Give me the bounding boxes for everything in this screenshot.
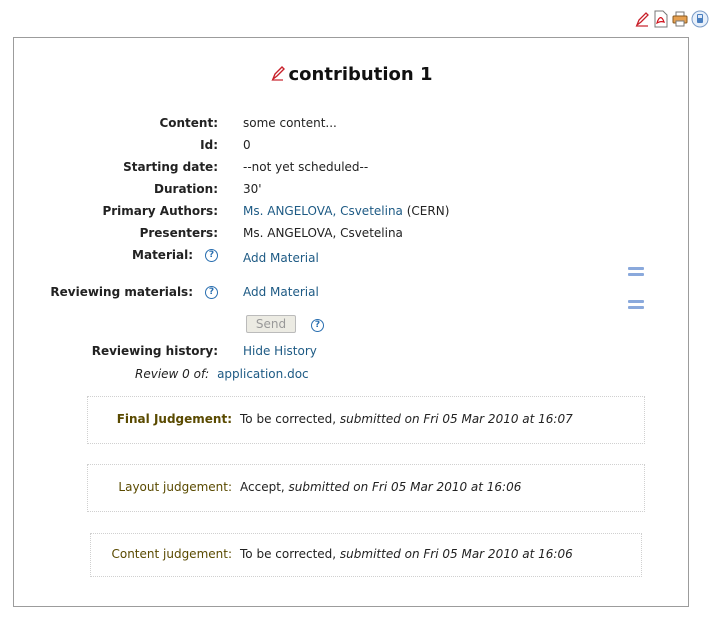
content-judgement-label: Content judgement: xyxy=(111,547,232,561)
content-judgement-decision: To be corrected, xyxy=(240,547,337,561)
final-judgement-decision: To be corrected, xyxy=(240,412,337,426)
review-line: Review 0 of: application.doc xyxy=(135,367,309,381)
reviewing-materials-help-icon[interactable]: ? xyxy=(205,286,218,299)
starting-date-row: Starting date: --not yet scheduled-- xyxy=(14,158,688,176)
contribution-panel: contribution 1 Content: some content... … xyxy=(13,37,689,607)
print-icon[interactable] xyxy=(672,10,688,28)
content-row: Content: some content... xyxy=(14,114,688,132)
duration-row: Duration: 30' xyxy=(14,180,688,198)
author-link[interactable]: Ms. ANGELOVA, Csvetelina xyxy=(243,204,403,218)
primary-authors-value: Ms. ANGELOVA, Csvetelina (CERN) xyxy=(243,202,449,220)
edit-pen-icon[interactable] xyxy=(270,65,286,81)
duration-label: Duration: xyxy=(154,182,218,196)
material-help-icon[interactable]: ? xyxy=(205,249,218,262)
primary-authors-label: Primary Authors: xyxy=(102,204,218,218)
content-judgement-submitted: submitted on Fri 05 Mar 2010 at 16:06 xyxy=(339,547,573,561)
pdf-icon[interactable] xyxy=(653,10,669,28)
material-add-link[interactable]: Add Material xyxy=(243,249,319,267)
final-judgement-box: Final Judgement: To be corrected, submit… xyxy=(87,396,645,444)
reviewing-materials-row: Reviewing materials: ? Add Material xyxy=(14,283,688,301)
layout-judgement-decision: Accept, xyxy=(240,480,285,494)
review-file-link[interactable]: application.doc xyxy=(217,367,309,381)
content-judgement-box: Content judgement: To be corrected, subm… xyxy=(90,533,642,577)
send-help-icon[interactable]: ? xyxy=(311,319,324,332)
material-label: Material: xyxy=(132,248,193,262)
final-judgement-label: Final Judgement: xyxy=(116,412,232,426)
layout-judgement-value: Accept, submitted on Fri 05 Mar 2010 at … xyxy=(240,480,521,494)
content-judgement-value: To be corrected, submitted on Fri 05 Mar… xyxy=(240,547,573,561)
final-judgement-value: To be corrected, submitted on Fri 05 Mar… xyxy=(240,412,573,426)
layout-judgement-submitted: submitted on Fri 05 Mar 2010 at 16:06 xyxy=(288,480,522,494)
content-value: some content... xyxy=(243,116,337,130)
layout-judgement-label: Layout judgement: xyxy=(118,480,232,494)
review-prefix: Review 0 of: xyxy=(135,367,210,381)
presenters-value: Ms. ANGELOVA, Csvetelina xyxy=(243,226,403,240)
content-label: Content: xyxy=(159,116,218,130)
reviewing-materials-label: Reviewing materials: xyxy=(50,285,193,299)
final-judgement-submitted: submitted on Fri 05 Mar 2010 at 16:07 xyxy=(339,412,573,426)
send-button[interactable]: Send xyxy=(246,315,296,333)
duration-value: 30' xyxy=(243,182,262,196)
material-menu-icon[interactable] xyxy=(628,267,644,279)
layout-judgement-box: Layout judgement: Accept, submitted on F… xyxy=(87,464,645,512)
reviewing-materials-add-link[interactable]: Add Material xyxy=(243,283,319,301)
primary-authors-row: Primary Authors: Ms. ANGELOVA, Csvetelin… xyxy=(14,202,688,220)
id-row: Id: 0 xyxy=(14,136,688,154)
starting-date-label: Starting date: xyxy=(123,160,218,174)
presenters-label: Presenters: xyxy=(139,226,218,240)
reviewing-history-label: Reviewing history: xyxy=(91,344,218,358)
reviewing-history-row: Reviewing history: Hide History xyxy=(14,342,688,360)
id-label: Id: xyxy=(200,138,218,152)
edit-icon[interactable] xyxy=(634,10,650,28)
toolbar xyxy=(634,10,709,28)
starting-date-value: --not yet scheduled-- xyxy=(243,160,369,174)
hide-history-link[interactable]: Hide History xyxy=(243,342,317,360)
id-value: 0 xyxy=(243,138,251,152)
page-title: contribution 1 xyxy=(14,64,688,85)
presenters-row: Presenters: Ms. ANGELOVA, Csvetelina xyxy=(14,224,688,242)
author-affiliation: (CERN) xyxy=(406,204,450,218)
reviewing-menu-icon[interactable] xyxy=(628,300,644,312)
material-row: Material: ? Add Material xyxy=(14,246,688,267)
title-text: contribution 1 xyxy=(288,64,433,85)
ical-icon[interactable] xyxy=(691,10,709,28)
